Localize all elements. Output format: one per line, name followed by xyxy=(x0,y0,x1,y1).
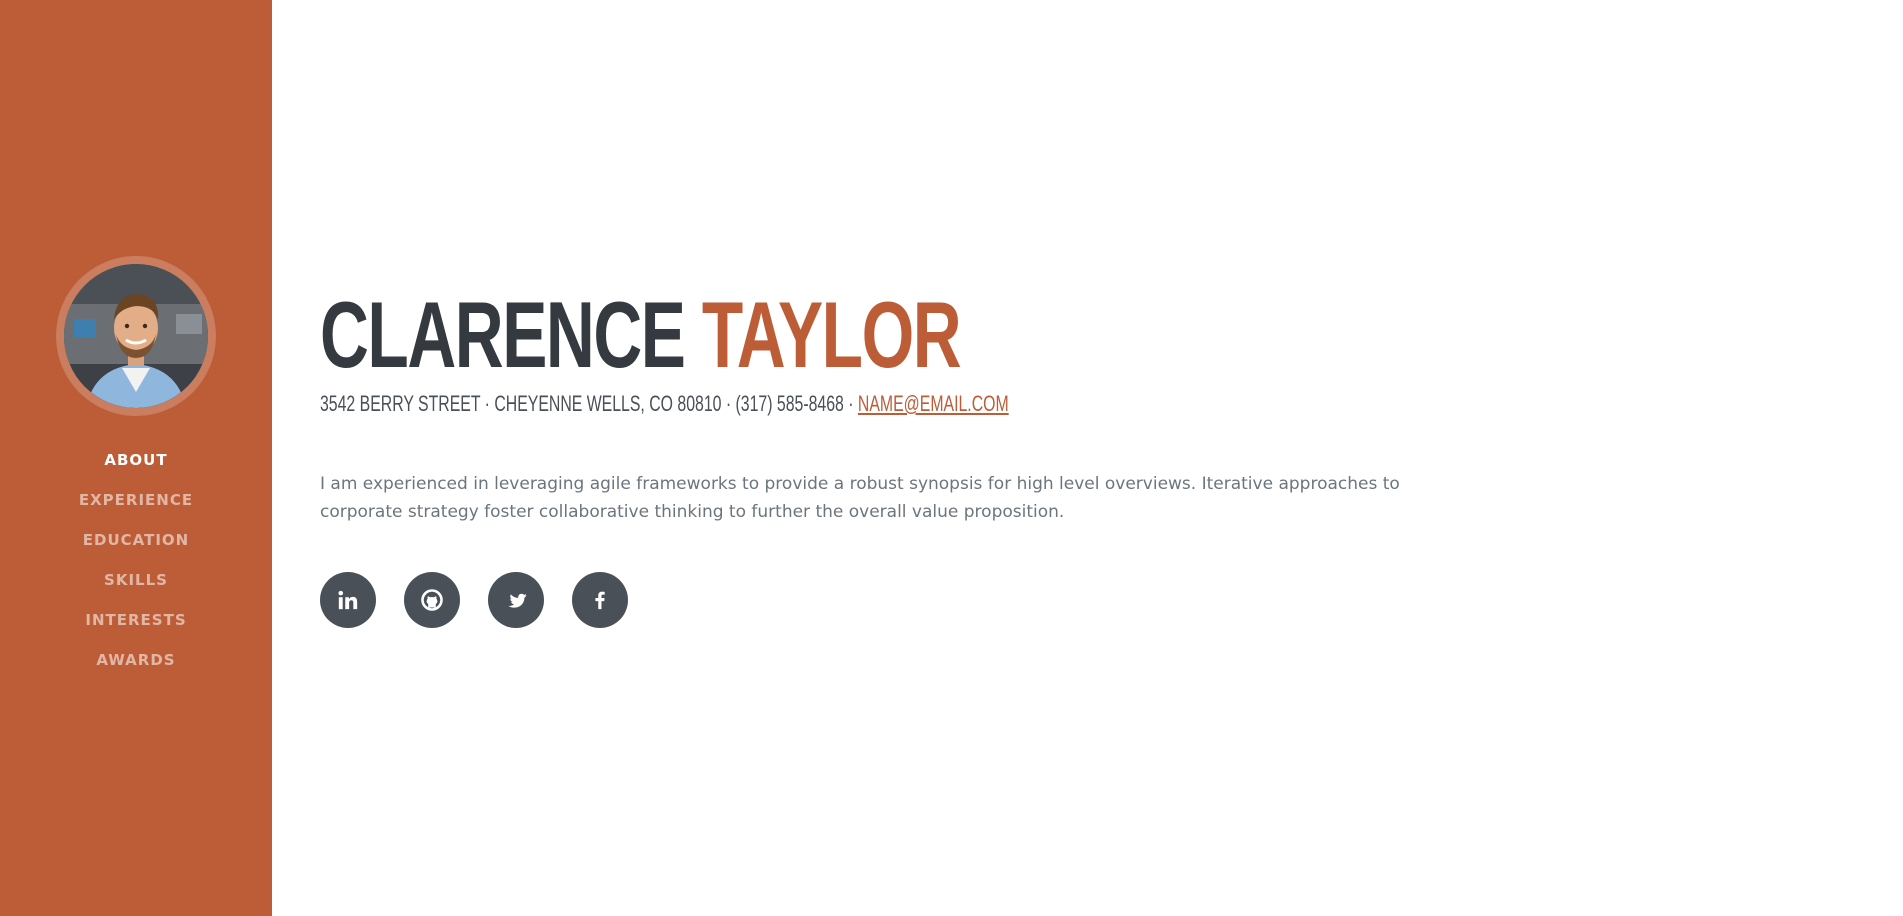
github-icon xyxy=(421,589,443,611)
about-text: I am experienced in leveraging agile fra… xyxy=(320,474,1400,522)
nav-link-skills[interactable]: SKILLS xyxy=(104,571,168,589)
facebook-button[interactable] xyxy=(572,572,628,628)
page-title: CLARENCE TAYLOR xyxy=(320,288,962,382)
nav-link-about[interactable]: ABOUT xyxy=(104,451,167,469)
nav-item-interests: INTERESTS xyxy=(0,600,272,640)
profile-photo xyxy=(64,264,208,408)
nav-link-experience[interactable]: EXPERIENCE xyxy=(79,491,193,509)
linkedin-icon xyxy=(338,590,358,610)
linkedin-button[interactable] xyxy=(320,572,376,628)
nav-item-education: EDUCATION xyxy=(0,520,272,560)
nav-item-skills: SKILLS xyxy=(0,560,272,600)
contact-line: 3542 BERRY STREET · CHEYENNE WELLS, CO 8… xyxy=(320,391,1009,417)
twitter-button[interactable] xyxy=(488,572,544,628)
nav-item-awards: AWARDS xyxy=(0,640,272,680)
facebook-icon xyxy=(595,591,605,610)
last-name: TAYLOR xyxy=(701,282,962,387)
social-icons xyxy=(320,572,628,628)
nav-item-about: ABOUT xyxy=(0,440,272,480)
avatar[interactable] xyxy=(64,264,208,408)
email-link[interactable]: NAME@EMAIL.COM xyxy=(858,391,1009,416)
github-button[interactable] xyxy=(404,572,460,628)
first-name: CLARENCE xyxy=(320,282,686,387)
twitter-icon xyxy=(508,593,527,608)
nav-item-experience: EXPERIENCE xyxy=(0,480,272,520)
avatar-frame xyxy=(56,256,216,416)
nav-link-education[interactable]: EDUCATION xyxy=(83,531,189,549)
sidebar-nav: ABOUT EXPERIENCE EDUCATION SKILLS INTERE… xyxy=(0,440,272,680)
nav-link-interests[interactable]: INTERESTS xyxy=(85,611,186,629)
page: ABOUT EXPERIENCE EDUCATION SKILLS INTERE… xyxy=(0,0,1903,916)
address-text: 3542 BERRY STREET · CHEYENNE WELLS, CO 8… xyxy=(320,391,858,416)
sidebar: ABOUT EXPERIENCE EDUCATION SKILLS INTERE… xyxy=(0,0,272,916)
nav-link-awards[interactable]: AWARDS xyxy=(96,651,175,669)
